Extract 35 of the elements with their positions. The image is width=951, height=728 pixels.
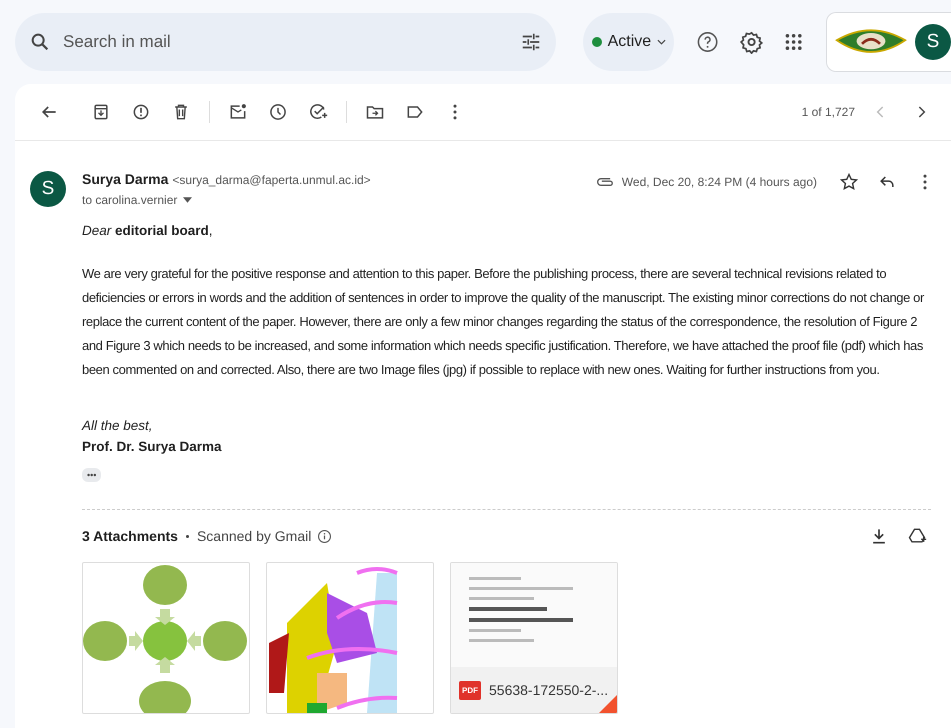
search-icon bbox=[29, 31, 51, 53]
recipient-text: to carolina.vernier bbox=[82, 193, 178, 207]
report-spam-icon[interactable] bbox=[131, 102, 151, 122]
folded-corner-icon bbox=[599, 695, 617, 713]
pdf-attachment-card[interactable]: PDF 55638-172550-2-... bbox=[450, 562, 618, 714]
status-button[interactable]: Active bbox=[583, 13, 674, 71]
greeting-text: Dear editorial board, bbox=[82, 223, 214, 238]
scanned-text: Scanned by Gmail bbox=[196, 528, 312, 544]
star-icon[interactable] bbox=[839, 172, 859, 192]
message-date: Wed, Dec 20, 8:24 PM (4 hours ago) bbox=[622, 175, 817, 189]
message-body: We are very grateful for the positive response and attention to this paper. Before the publishing process, there are several technical revisions related to deficiencies or errors in words and the addition of sentences in order to improve the quality of the manuscript. The existing minor corrections do not change or replace the current content of the paper. However, there are only a few minor changes regarding the status of the correspondence, the resolution of Figure 2 and Figure 3 which needs to be increased, and some information which needs specific justification. Therefore, we have attached the proof file (pdf) which has been commented on and corrected. Also, there are two Image files (jpg) if possible to replace with new ones. Waiting for further instructions from you. bbox=[82, 265, 926, 379]
attachments-title: 3 Attachments bbox=[82, 528, 178, 544]
sender-avatar: S bbox=[30, 171, 66, 207]
file-type-badge: PDF bbox=[459, 680, 481, 700]
account-avatar[interactable]: S bbox=[915, 24, 951, 60]
message-counter: 1 of 1,727 bbox=[802, 105, 855, 119]
sender-email: <surya_darma@faperta.unmul.ac.id> bbox=[172, 173, 371, 187]
account-panel[interactable]: S bbox=[826, 12, 951, 72]
search-bar[interactable]: Search in mail bbox=[15, 13, 556, 71]
show-trimmed-button[interactable]: ••• bbox=[82, 468, 102, 482]
caret-icon bbox=[657, 39, 666, 45]
apps-grid-icon[interactable] bbox=[782, 31, 804, 53]
clock-icon[interactable] bbox=[268, 102, 288, 122]
filter-options-icon[interactable] bbox=[520, 31, 542, 53]
bullet-icon bbox=[186, 534, 189, 538]
file-name: 55638-172550-2-... bbox=[489, 682, 608, 698]
info-icon[interactable] bbox=[317, 528, 332, 544]
caret-icon[interactable] bbox=[183, 197, 192, 203]
search-field[interactable]: Search in mail bbox=[61, 31, 510, 53]
help-icon[interactable] bbox=[696, 30, 720, 54]
settings-icon[interactable] bbox=[740, 30, 763, 54]
sender-name: Surya Darma bbox=[82, 171, 168, 187]
signature-text: Prof. Dr. Surya Darma bbox=[82, 439, 223, 454]
add-task-icon[interactable] bbox=[308, 102, 328, 122]
signoff-text: All the best, bbox=[82, 418, 154, 433]
